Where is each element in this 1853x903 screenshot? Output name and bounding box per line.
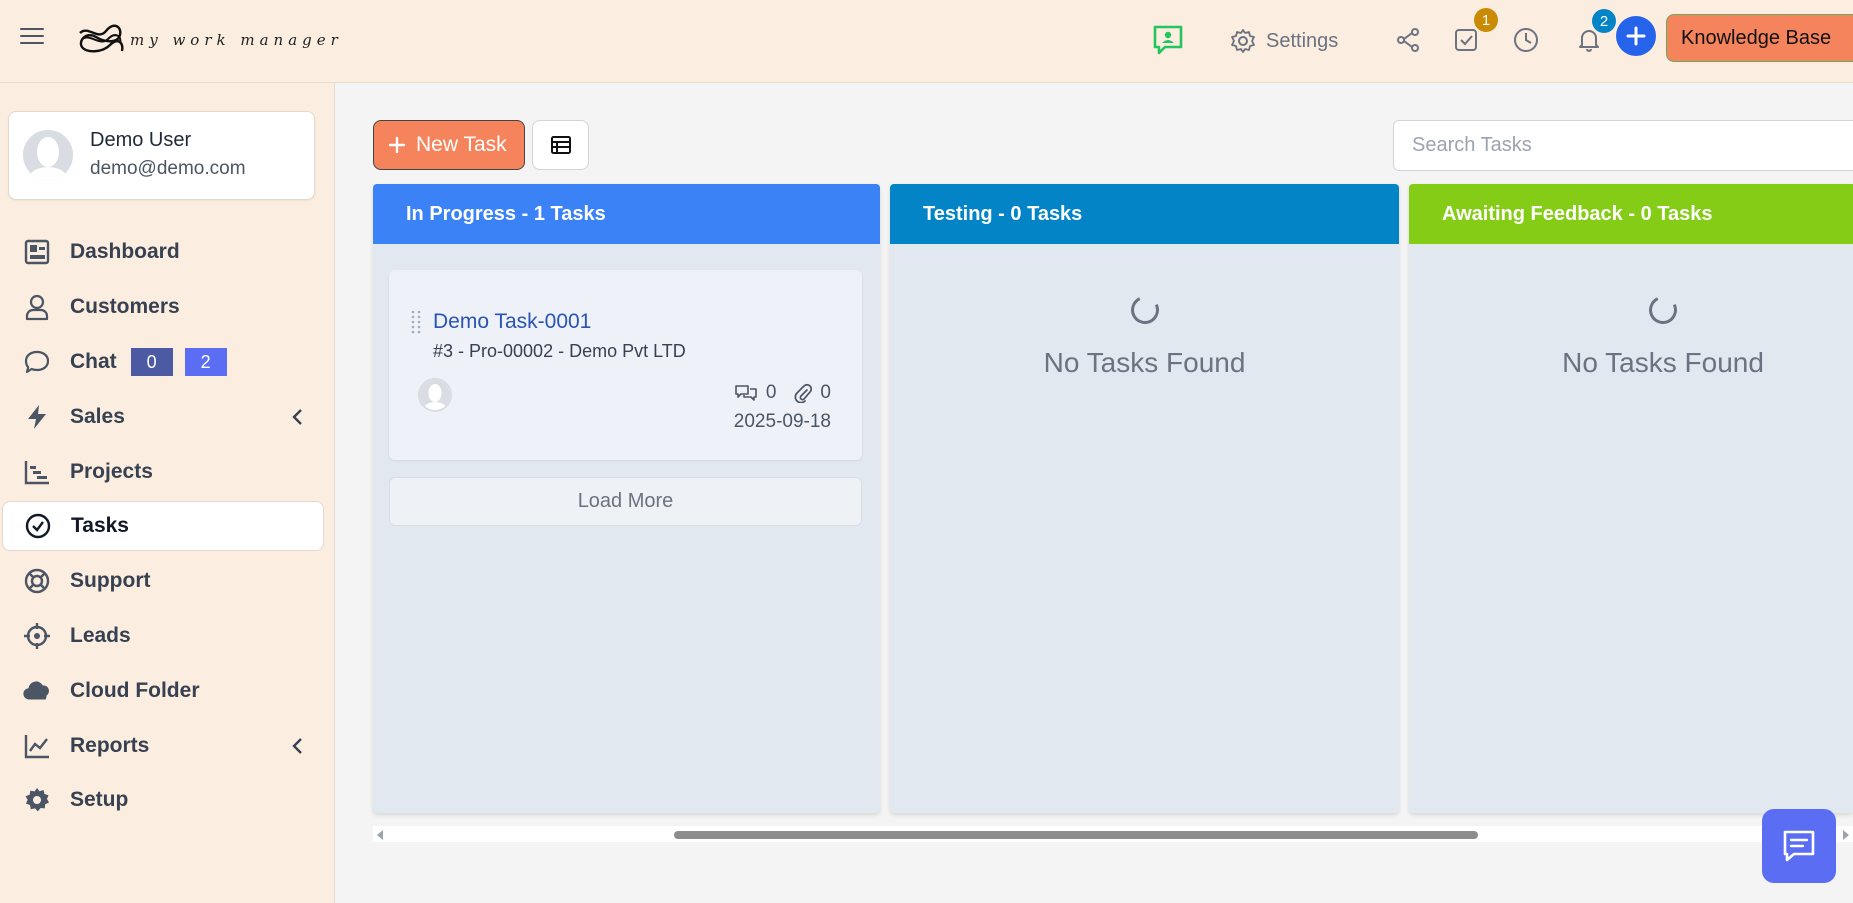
attachments-count: 0 [820, 382, 831, 403]
gear-icon [1231, 29, 1255, 53]
empty-state: No Tasks Found [1409, 292, 1853, 379]
sidebar-item-cloud-folder[interactable]: Cloud Folder [2, 666, 324, 716]
check-circle-icon [23, 511, 53, 541]
chat-widget-button[interactable] [1762, 809, 1836, 883]
sidebar-item-chat[interactable]: Chat 0 2 [2, 337, 324, 387]
avatar [23, 130, 73, 180]
chevron-left-icon [292, 409, 302, 425]
sidebar-item-reports[interactable]: Reports [2, 721, 324, 771]
sidebar-item-leads[interactable]: Leads [2, 611, 324, 661]
chat-bubble-icon [22, 347, 52, 377]
logo-text: my work manager [130, 31, 343, 49]
empty-state-text: No Tasks Found [1562, 347, 1764, 378]
sidebar-item-label: Chat [70, 350, 117, 373]
comments-icon [735, 385, 757, 401]
sidebar-item-projects[interactable]: Projects [2, 447, 324, 497]
scroll-left-arrow-icon[interactable] [377, 830, 383, 840]
kanban-column-in-progress: In Progress - 1 Tasks Demo Task-0001 #3 … [373, 184, 880, 813]
loading-spinner-icon [1126, 292, 1163, 328]
column-header: In Progress - 1 Tasks [373, 184, 880, 244]
sidebar-item-support[interactable]: Support [2, 556, 324, 606]
empty-state: No Tasks Found [890, 292, 1399, 379]
settings-label: Settings [1266, 29, 1339, 52]
task-meta: 0 0 [734, 382, 831, 404]
sidebar-item-tasks[interactable]: Tasks [2, 501, 324, 551]
sidebar-item-label: Support [70, 569, 151, 592]
task-due-date: 2025-09-18 [733, 411, 831, 432]
sidebar-item-label: Dashboard [70, 240, 180, 263]
sidebar-item-label: Tasks [71, 514, 129, 537]
dashboard-icon [22, 237, 52, 267]
sidebar-item-label: Reports [70, 734, 150, 757]
new-task-label: New Task [416, 133, 507, 156]
column-header: Awaiting Feedback - 0 Tasks [1409, 184, 1853, 244]
sidebar-item-customers[interactable]: Customers [2, 282, 324, 332]
assignee-avatar[interactable] [418, 378, 452, 412]
drag-handle-icon[interactable] [410, 309, 422, 335]
sidebar-item-label: Cloud Folder [70, 679, 200, 702]
gantt-icon [22, 457, 52, 487]
search-tasks-input[interactable] [1393, 120, 1853, 171]
chat-support-icon[interactable] [1150, 22, 1186, 58]
table-list-icon [550, 136, 571, 154]
loading-spinner-icon [1645, 292, 1681, 328]
sidebar-item-label: Setup [70, 788, 129, 811]
tasks-count-badge: 1 [1474, 8, 1498, 32]
user-name: Demo User [90, 129, 192, 151]
user-email: demo@demo.com [90, 158, 246, 179]
user-icon [22, 292, 52, 322]
sidebar: Demo User demo@demo.com Dashboard Custom… [0, 83, 335, 903]
board-horizontal-scrollbar[interactable] [373, 826, 1853, 842]
column-header: Testing - 0 Tasks [890, 184, 1399, 244]
task-card[interactable]: Demo Task-0001 #3 - Pro-00002 - Demo Pvt… [389, 270, 862, 460]
chat-unread-badge: 0 [130, 348, 173, 376]
comments-count: 0 [765, 382, 777, 403]
logo-mark-icon [79, 24, 124, 53]
quick-create-button[interactable] [1616, 16, 1656, 56]
sidebar-item-label: Projects [70, 460, 153, 483]
gear-icon [22, 785, 52, 815]
empty-state-text: No Tasks Found [1043, 347, 1246, 378]
load-more-button[interactable]: Load More [389, 477, 862, 526]
task-project-info: #3 - Pro-00002 - Demo Pvt LTD [433, 341, 686, 361]
paperclip-icon [794, 383, 813, 403]
sidebar-item-label: Leads [70, 624, 131, 647]
notifications-count-badge: 2 [1592, 9, 1616, 33]
share-icon[interactable] [1390, 22, 1426, 58]
sidebar-item-sales[interactable]: Sales [2, 392, 324, 442]
cloud-icon [22, 676, 52, 706]
plus-icon [388, 136, 406, 154]
line-chart-icon [22, 731, 52, 761]
scroll-right-arrow-icon[interactable] [1843, 830, 1849, 840]
sidebar-item-dashboard[interactable]: Dashboard [2, 227, 324, 277]
hamburger-menu-icon[interactable] [20, 28, 44, 48]
scrollbar-thumb[interactable] [674, 831, 1478, 839]
crosshair-icon [22, 621, 52, 651]
new-task-button[interactable]: New Task [373, 120, 525, 170]
task-title-link[interactable]: Demo Task-0001 [433, 310, 591, 334]
kanban-column-awaiting-feedback: Awaiting Feedback - 0 Tasks No Tasks Fou… [1409, 184, 1853, 813]
clock-icon[interactable] [1508, 22, 1544, 58]
user-profile-card[interactable]: Demo User demo@demo.com [8, 111, 315, 200]
sidebar-item-label: Sales [70, 405, 125, 428]
sidebar-item-label: Customers [70, 295, 180, 318]
top-bar: my work manager Settings 1 2 Knowledge B… [0, 0, 1853, 83]
chevron-left-icon [292, 738, 302, 754]
list-view-toggle-button[interactable] [532, 120, 589, 170]
chat-count-badge: 2 [184, 348, 227, 376]
lifebuoy-icon [22, 566, 52, 596]
message-icon [1783, 830, 1815, 862]
sidebar-item-setup[interactable]: Setup [2, 775, 324, 825]
settings-link[interactable]: Settings [1230, 24, 1338, 58]
knowledge-base-button[interactable]: Knowledge Base [1666, 14, 1853, 62]
bolt-icon [22, 402, 52, 432]
plus-icon [1626, 26, 1646, 46]
app-logo[interactable]: my work manager [76, 20, 343, 60]
kanban-column-testing: Testing - 0 Tasks No Tasks Found [890, 184, 1399, 813]
